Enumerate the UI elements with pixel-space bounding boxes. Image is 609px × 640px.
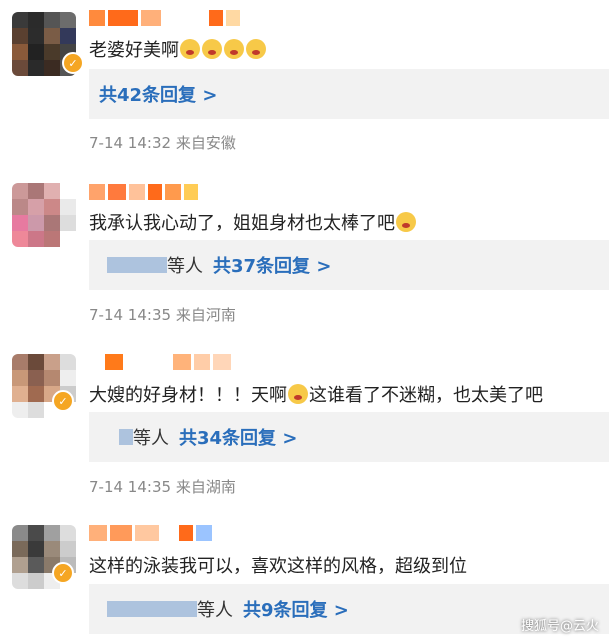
comment-text: 我承认我心动了，姐姐身材也太棒了吧 <box>89 209 417 235</box>
reply-users[interactable]: 等人 <box>119 424 169 450</box>
reply-summary[interactable]: 等人 共34条回复 > <box>89 412 609 462</box>
location: 来自安徽 <box>175 134 236 152</box>
comment-meta: 7-14 14:35 来自河南 <box>89 304 236 325</box>
timestamp: 7-14 14:32 <box>89 134 172 152</box>
timestamp: 7-14 14:35 <box>89 478 172 496</box>
verified-badge-icon: ✓ <box>62 52 84 74</box>
username-redacted[interactable] <box>105 354 231 370</box>
avatar[interactable] <box>12 183 76 247</box>
shocked-emoji-icon <box>202 39 222 59</box>
shocked-emoji-icon <box>224 39 244 59</box>
comment-meta: 7-14 14:32 来自安徽 <box>89 132 236 153</box>
view-replies-link[interactable]: 共42条回复 > <box>99 81 217 107</box>
shocked-emoji-icon <box>180 39 200 59</box>
view-replies-link[interactable]: 共9条回复 > <box>243 596 349 622</box>
reply-users[interactable]: 等人 <box>107 596 233 622</box>
location: 来自湖南 <box>175 478 236 496</box>
verified-badge-icon: ✓ <box>52 390 74 412</box>
timestamp: 7-14 14:35 <box>89 306 172 324</box>
tongue-emoji-icon <box>288 384 308 404</box>
comment-text: 这样的泳装我可以，喜欢这样的风格，超级到位 <box>89 556 467 577</box>
reply-summary[interactable]: 共42条回复 > <box>89 69 609 119</box>
username-redacted[interactable] <box>89 525 212 541</box>
shocked-emoji-icon <box>246 39 266 59</box>
username-redacted[interactable] <box>89 184 198 200</box>
scared-emoji-icon <box>396 212 416 232</box>
reply-summary[interactable]: 等人 共37条回复 > <box>89 240 609 290</box>
location: 来自河南 <box>175 306 236 324</box>
comment-meta: 7-14 14:35 来自湖南 <box>89 476 236 497</box>
verified-badge-icon: ✓ <box>52 562 74 584</box>
reply-users[interactable]: 等人 <box>107 252 203 278</box>
view-replies-link[interactable]: 共37条回复 > <box>213 252 331 278</box>
view-replies-link[interactable]: 共34条回复 > <box>179 424 297 450</box>
comment-text: 大嫂的好身材！！！天啊 这谁看了不迷糊，也太美了吧 <box>89 384 543 406</box>
comment-text: 老婆好美啊 <box>89 36 267 62</box>
watermark: 搜狐号@云火 <box>520 619 599 634</box>
username-redacted[interactable] <box>89 10 240 26</box>
